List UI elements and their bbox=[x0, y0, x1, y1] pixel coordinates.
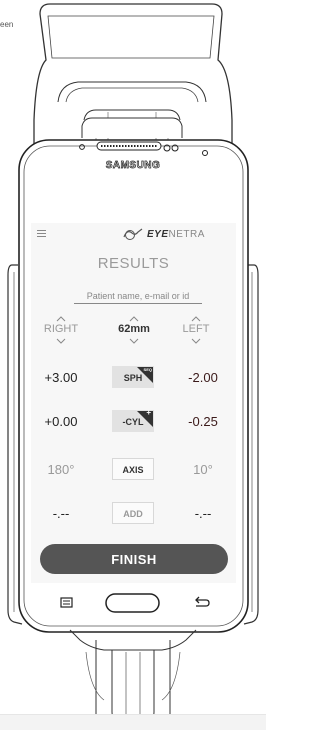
chevron-up-icon[interactable] bbox=[56, 316, 66, 322]
samsung-wordmark: SAMSUNG bbox=[106, 160, 161, 171]
axis-right-value: 180° bbox=[47, 462, 75, 477]
add-left-value: -.-- bbox=[194, 506, 212, 521]
chevron-down-icon[interactable] bbox=[56, 338, 66, 344]
chevron-up-icon[interactable] bbox=[191, 316, 201, 322]
cyl-left-value: -0.25 bbox=[188, 414, 218, 429]
cyl-plus-tag: + bbox=[146, 408, 151, 417]
cyl-button[interactable]: -CYL + bbox=[112, 408, 154, 432]
app-header: EYENETRA bbox=[31, 223, 236, 245]
home-button[interactable] bbox=[105, 593, 160, 613]
axis-left-value: 10° bbox=[193, 462, 213, 477]
finish-button[interactable]: FINISH bbox=[40, 544, 228, 574]
sph-left-value: -2.00 bbox=[188, 370, 218, 385]
left-eye-label: LEFT bbox=[182, 323, 210, 335]
add-button[interactable]: ADD bbox=[112, 502, 154, 524]
axis-button[interactable]: AXIS bbox=[112, 458, 154, 480]
bottom-strip bbox=[0, 714, 266, 730]
sph-seq-tag: SEQ bbox=[143, 367, 152, 372]
sph-button[interactable]: SPH SEQ bbox=[112, 366, 154, 388]
right-eye-label: RIGHT bbox=[43, 323, 79, 335]
sph-right-value: +3.00 bbox=[44, 370, 78, 385]
app-screen: EYENETRA RESULTS RIGHT 62mm LEFT +3.00 S… bbox=[31, 223, 236, 583]
chevron-up-icon[interactable] bbox=[129, 316, 139, 322]
patient-search-input[interactable] bbox=[74, 289, 202, 304]
pupillary-distance-value: 62mm bbox=[118, 323, 150, 335]
page-title: RESULTS bbox=[97, 255, 170, 272]
chevron-down-icon[interactable] bbox=[191, 338, 201, 344]
add-right-value: -.-- bbox=[52, 506, 70, 521]
eyenetra-logo-icon bbox=[123, 228, 143, 240]
chevron-down-icon[interactable] bbox=[129, 338, 139, 344]
hamburger-menu-icon[interactable] bbox=[37, 230, 46, 237]
eyenetra-logo-text: EYENETRA bbox=[147, 229, 205, 240]
cyl-right-value: +0.00 bbox=[44, 414, 78, 429]
